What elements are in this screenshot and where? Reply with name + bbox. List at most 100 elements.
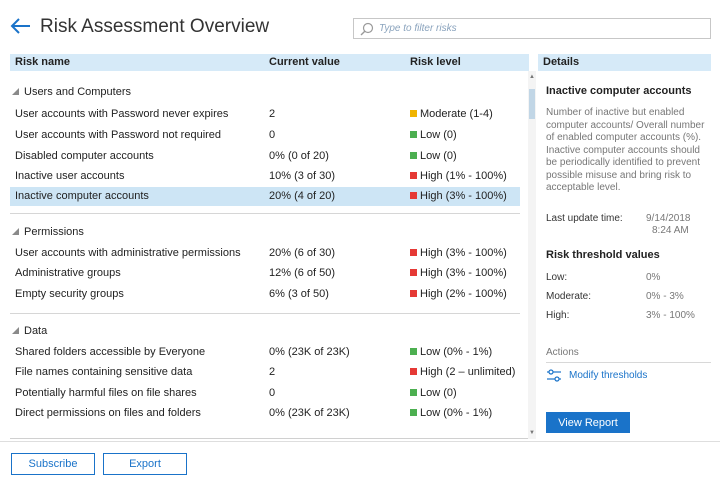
table-row[interactable]: Shared folders accessible by Everyone 0%… bbox=[10, 343, 520, 362]
group-data[interactable]: Data bbox=[10, 322, 520, 340]
current-value: 0% (0 of 20) bbox=[269, 150, 329, 162]
subscribe-button[interactable]: Subscribe bbox=[11, 453, 95, 475]
details-header: Details bbox=[538, 54, 711, 71]
risk-name: Inactive computer accounts bbox=[15, 190, 149, 202]
risk-name: Direct permissions on files and folders bbox=[15, 407, 201, 419]
last-update-time: 8:24 AM bbox=[652, 225, 689, 236]
vertical-scrollbar[interactable]: ▲ ▼ bbox=[528, 71, 536, 439]
group-divider bbox=[10, 313, 520, 314]
table-row[interactable]: Inactive user accounts 10% (3 of 30) Hig… bbox=[10, 167, 520, 186]
group-label: Data bbox=[24, 325, 48, 337]
scroll-down-icon[interactable]: ▼ bbox=[528, 429, 536, 437]
modify-thresholds-label[interactable]: Modify thresholds bbox=[569, 370, 647, 381]
low-level-square-icon bbox=[410, 131, 417, 138]
risk-level: Low (0) bbox=[410, 129, 457, 141]
column-header-risk-name[interactable]: Risk name bbox=[15, 56, 70, 68]
current-value: 0% (23K of 23K) bbox=[269, 407, 350, 419]
collapse-triangle-icon[interactable] bbox=[12, 228, 19, 235]
table-row[interactable]: User accounts with administrative permis… bbox=[10, 244, 520, 263]
current-value: 20% (6 of 30) bbox=[269, 247, 336, 259]
filter-box[interactable] bbox=[353, 18, 711, 39]
risk-name: Empty security groups bbox=[15, 288, 124, 300]
group-divider bbox=[10, 213, 520, 214]
header: Risk Assessment Overview bbox=[0, 0, 720, 50]
current-value: 0 bbox=[269, 387, 276, 399]
current-value: 6% (3 of 50) bbox=[269, 288, 329, 300]
column-header-current-value[interactable]: Current value bbox=[269, 56, 340, 68]
table-row[interactable]: Potentially harmful files on file shares… bbox=[10, 384, 520, 403]
table-row[interactable]: Disabled computer accounts 0% (0 of 20) … bbox=[10, 147, 520, 166]
actions-label: Actions bbox=[546, 347, 579, 358]
table-row-selected[interactable]: Inactive computer accounts 20% (4 of 20)… bbox=[10, 187, 520, 206]
current-value: 0 bbox=[269, 129, 276, 141]
scrollbar-thumb[interactable] bbox=[529, 89, 535, 119]
current-value: 0% (23K of 23K) bbox=[269, 346, 350, 358]
risk-level: Low (0) bbox=[410, 150, 457, 162]
details-title: Inactive computer accounts bbox=[546, 85, 692, 97]
current-value: 10% (3 of 30) bbox=[269, 170, 336, 182]
low-level-square-icon bbox=[410, 409, 417, 416]
thresholds-title: Risk threshold values bbox=[546, 249, 660, 261]
risk-level: High (3% - 100%) bbox=[410, 190, 507, 202]
risk-name: Inactive user accounts bbox=[15, 170, 125, 182]
collapse-triangle-icon[interactable] bbox=[12, 327, 19, 334]
threshold-value-high: 3% - 100% bbox=[646, 310, 695, 321]
risk-name: File names containing sensitive data bbox=[15, 366, 193, 378]
high-level-square-icon bbox=[410, 368, 417, 375]
risk-level: High (3% - 100%) bbox=[410, 247, 507, 259]
table-row[interactable]: User accounts with Password never expire… bbox=[10, 105, 520, 124]
last-update-label: Last update time: bbox=[546, 213, 623, 224]
high-level-square-icon bbox=[410, 290, 417, 297]
table-row[interactable]: Empty security groups 6% (3 of 50) High … bbox=[10, 285, 520, 304]
column-header-risk-level[interactable]: Risk level bbox=[410, 56, 461, 68]
risk-name: User accounts with administrative permis… bbox=[15, 247, 241, 259]
threshold-value-low: 0% bbox=[646, 272, 661, 283]
high-level-square-icon bbox=[410, 172, 417, 179]
search-icon bbox=[360, 22, 374, 36]
current-value: 2 bbox=[269, 108, 276, 120]
details-panel: Inactive computer accounts Number of ina… bbox=[538, 71, 711, 439]
risk-name: Shared folders accessible by Everyone bbox=[15, 346, 206, 358]
back-arrow-icon[interactable] bbox=[10, 16, 32, 36]
group-label: Permissions bbox=[24, 226, 84, 238]
current-value: 2 bbox=[269, 366, 276, 378]
threshold-value-moderate: 0% - 3% bbox=[646, 291, 684, 302]
last-update-value: 9/14/2018 8:24 AM bbox=[646, 213, 691, 237]
scroll-up-icon[interactable]: ▲ bbox=[528, 73, 536, 81]
risk-name: Potentially harmful files on file shares bbox=[15, 387, 197, 399]
current-value: 12% (6 of 50) bbox=[269, 267, 336, 279]
high-level-square-icon bbox=[410, 192, 417, 199]
export-button[interactable]: Export bbox=[103, 453, 187, 475]
actions-divider bbox=[546, 362, 711, 363]
group-label: Users and Computers bbox=[24, 86, 131, 98]
table-row[interactable]: User accounts with Password not required… bbox=[10, 126, 520, 145]
risk-table: Users and Computers User accounts with P… bbox=[10, 71, 529, 439]
risk-name: Disabled computer accounts bbox=[15, 150, 154, 162]
collapse-triangle-icon[interactable] bbox=[12, 88, 19, 95]
table-row[interactable]: Direct permissions on files and folders … bbox=[10, 404, 520, 423]
page-title: Risk Assessment Overview bbox=[40, 16, 270, 37]
details-heading: Details bbox=[543, 56, 580, 68]
view-report-button[interactable]: View Report bbox=[546, 412, 630, 433]
risk-level: Low (0) bbox=[410, 387, 457, 399]
group-permissions[interactable]: Permissions bbox=[10, 223, 520, 241]
low-level-square-icon bbox=[410, 152, 417, 159]
risk-level: Low (0% - 1%) bbox=[410, 346, 492, 358]
risk-level: Moderate (1-4) bbox=[410, 108, 493, 120]
threshold-label-high: High: bbox=[546, 310, 570, 321]
sliders-icon bbox=[547, 369, 561, 382]
risk-level: High (2% - 100%) bbox=[410, 288, 507, 300]
risk-name: User accounts with Password not required bbox=[15, 129, 222, 141]
details-description: Number of inactive but enabled computer … bbox=[546, 107, 705, 193]
last-update-date: 9/14/2018 bbox=[646, 213, 691, 224]
filter-input[interactable] bbox=[379, 20, 704, 37]
table-row[interactable]: File names containing sensitive data 2 H… bbox=[10, 363, 520, 382]
table-row[interactable]: Administrative groups 12% (6 of 50) High… bbox=[10, 264, 520, 283]
footer-divider bbox=[0, 441, 720, 442]
table-header: Risk name Current value Risk level bbox=[10, 54, 529, 71]
high-level-square-icon bbox=[410, 249, 417, 256]
group-users-and-computers[interactable]: Users and Computers bbox=[10, 83, 520, 101]
high-level-square-icon bbox=[410, 269, 417, 276]
risk-level: High (1% - 100%) bbox=[410, 170, 507, 182]
risk-name: Administrative groups bbox=[15, 267, 121, 279]
